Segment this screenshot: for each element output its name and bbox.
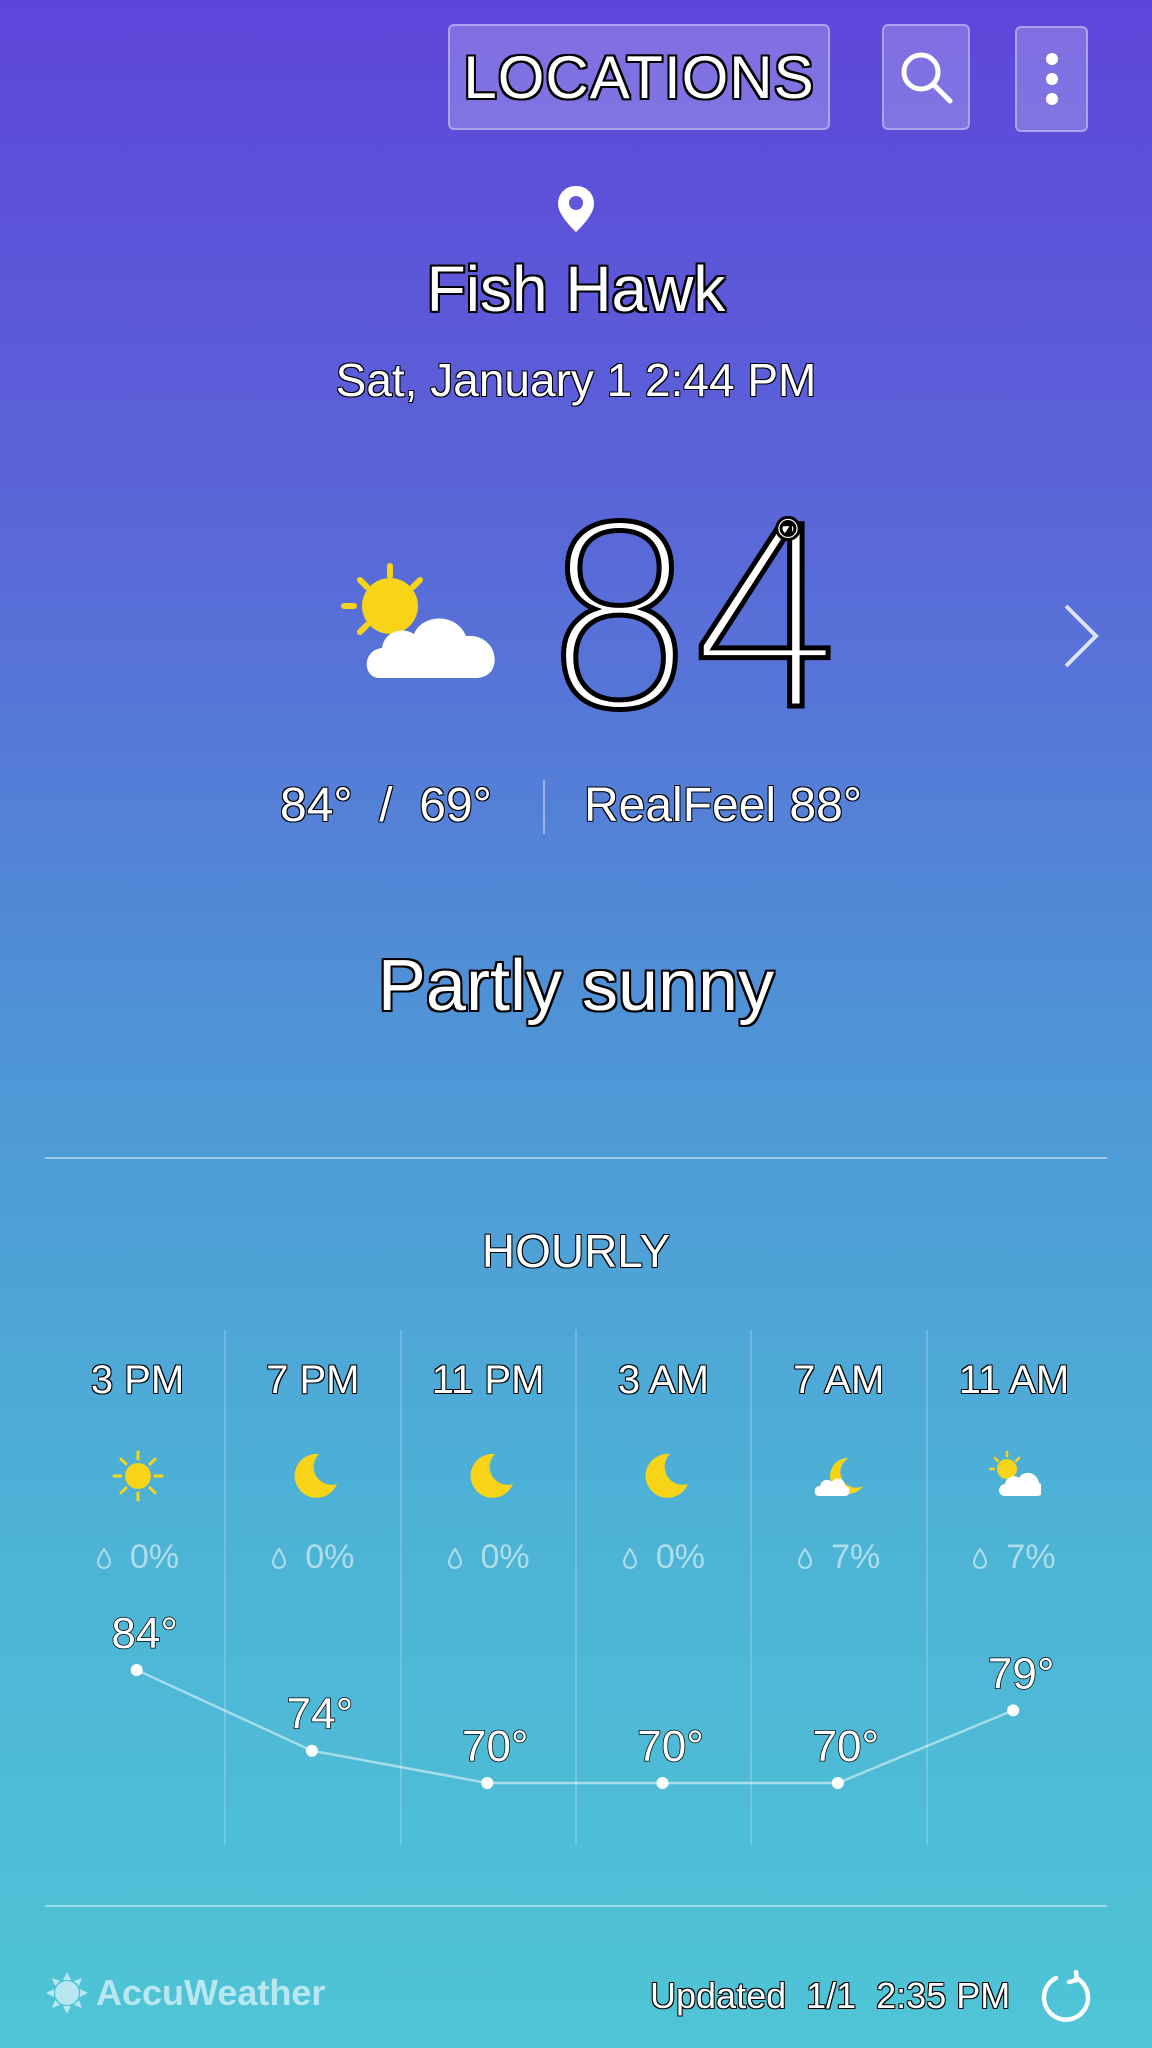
accuweather-sun-icon — [46, 1972, 88, 2014]
current-temp-degree: ° — [771, 500, 806, 592]
accuweather-logo[interactable]: AccuWeather — [46, 1972, 325, 2014]
current-temperature: 84 ° — [538, 492, 851, 747]
hourly-temp-chart: 84° 74° 70° 70° 70° 79° — [111, 1608, 1055, 1789]
hourly-temp: 70° — [637, 1722, 704, 1771]
chevron-right-icon[interactable] — [1060, 600, 1104, 672]
search-icon — [901, 52, 953, 104]
search-button[interactable] — [882, 24, 970, 130]
hourly-temp: 79° — [988, 1649, 1055, 1698]
temp-point — [1007, 1704, 1020, 1717]
updated-time: Updated 1/1 2:35 PM — [650, 1975, 1011, 2016]
high-low-temp: 84° / 69° — [280, 779, 492, 832]
realfeel-temp: RealFeel 88° — [584, 779, 863, 832]
temp-point — [831, 1777, 844, 1789]
more-options-button[interactable] — [1015, 26, 1088, 132]
divider — [543, 780, 545, 834]
more-vert-icon — [1045, 53, 1058, 105]
hourly-temp: 74° — [287, 1690, 354, 1739]
temp-point — [656, 1777, 669, 1789]
hourly-temp: 84° — [111, 1609, 178, 1658]
hourly-title: HOURLY — [481, 1225, 671, 1277]
temp-point — [305, 1744, 318, 1757]
city-name: Fish Hawk — [426, 253, 726, 325]
divider — [45, 1157, 1107, 1159]
divider — [45, 1905, 1107, 1907]
locations-button[interactable]: LOCATIONS — [448, 24, 830, 130]
date-time: Sat, January 1 2:44 PM — [335, 354, 817, 406]
weather-condition: Partly sunny — [377, 946, 775, 1026]
hourly-temp: 70° — [462, 1722, 529, 1771]
temp-trend-line — [136, 1668, 1014, 1785]
location-pin-icon — [558, 186, 594, 232]
hourly-forecast[interactable]: 3 PM 0% 7 PM 0% 11 PM 0% 3 AM 0% 7 AM 7% 11 AM 7… — [50, 1330, 1102, 1845]
temp-point — [130, 1664, 143, 1676]
hourly-temp: 70° — [813, 1722, 880, 1771]
refresh-icon[interactable] — [1040, 1970, 1092, 2022]
temp-point — [481, 1777, 494, 1789]
accuweather-brand: AccuWeather — [96, 1972, 326, 2013]
partly-sunny-icon — [341, 563, 495, 678]
